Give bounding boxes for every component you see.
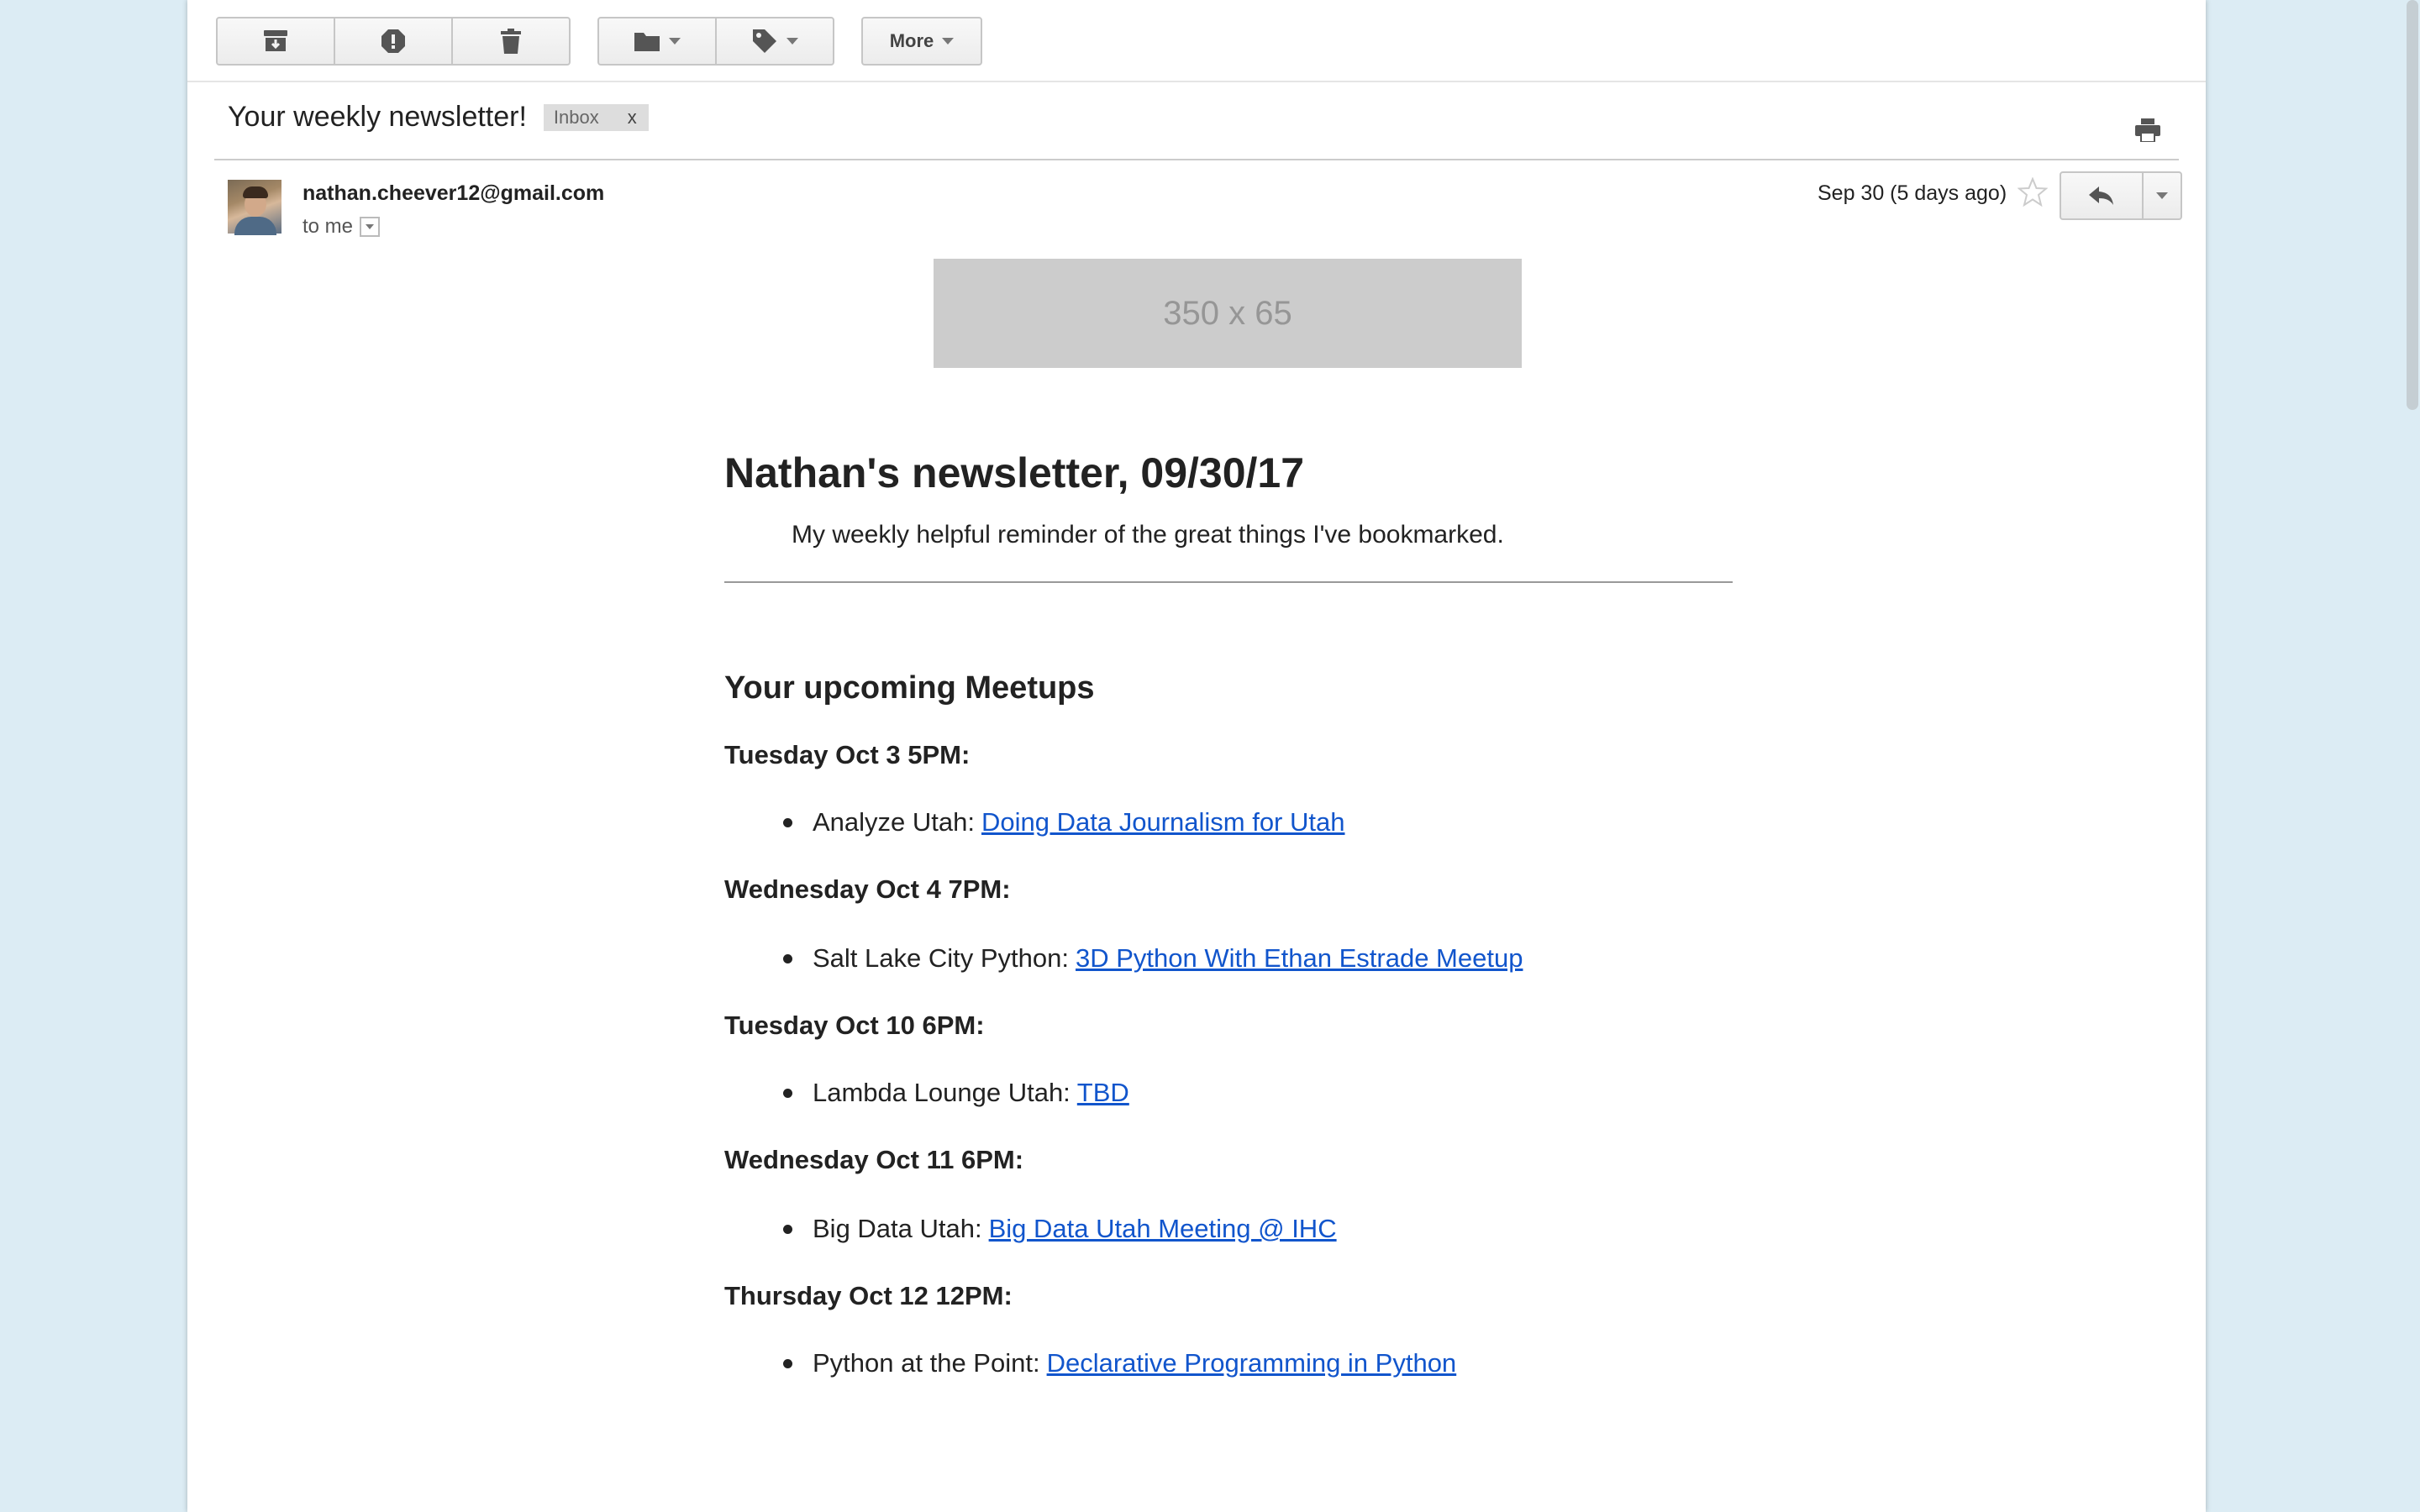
event-group: Lambda Lounge Utah: (813, 1078, 1071, 1107)
reply-button[interactable] (2060, 171, 2144, 220)
bullet (783, 1088, 792, 1098)
avatar-body (234, 217, 276, 235)
action-button-group (216, 17, 571, 66)
event-item: Lambda Lounge Utah: TBD (783, 1078, 1733, 1108)
more-button[interactable]: More (861, 17, 982, 66)
event-group: Salt Lake City Python: (813, 943, 1069, 973)
section-title: Your upcoming Meetups (724, 670, 1095, 706)
recipient-row: to me (302, 215, 381, 239)
header-image-text: 350 x 65 (1163, 294, 1292, 332)
star-button[interactable] (2017, 176, 2049, 212)
move-to-button[interactable] (597, 17, 717, 66)
chevron-down-icon (366, 224, 375, 229)
bullet (783, 1358, 792, 1368)
star-icon (2017, 176, 2049, 207)
avatar[interactable] (228, 180, 281, 235)
email-panel: More Your weekly newsletter! Inbox x nat… (187, 0, 2206, 1512)
bullet (783, 1224, 792, 1234)
event-link[interactable]: Declarative Programming in Python (1047, 1348, 1457, 1378)
print-button[interactable] (2135, 118, 2160, 146)
remove-label-button[interactable]: x (628, 107, 637, 129)
event-date: Tuesday Oct 3 5PM: (724, 740, 971, 769)
newsletter-subtitle: My weekly helpful reminder of the great … (792, 521, 1504, 549)
sender-email[interactable]: nathan.cheever12@gmail.com (302, 181, 604, 206)
label-name: Inbox (553, 106, 599, 128)
toolbar: More (216, 17, 1009, 66)
event-link[interactable]: Doing Data Journalism for Utah (981, 807, 1344, 837)
move-to-folder-icon (634, 33, 660, 51)
email-date: Sep 30 (5 days ago) (1818, 181, 2007, 205)
event-item: Big Data Utah: Big Data Utah Meeting @ I… (783, 1214, 1733, 1244)
event-group: Python at the Point: (813, 1348, 1040, 1378)
chevron-down-icon (786, 38, 798, 45)
event-item: Python at the Point: Declarative Program… (783, 1348, 1733, 1378)
inbox-label-chip[interactable]: Inbox x (543, 103, 649, 131)
delete-button[interactable] (451, 17, 571, 66)
event-link[interactable]: 3D Python With Ethan Estrade Meetup (1076, 943, 1523, 974)
more-button-group: More (861, 17, 982, 66)
event-item: Analyze Utah: Doing Data Journalism for … (783, 807, 1733, 837)
chevron-down-icon (669, 38, 681, 45)
event-item: Salt Lake City Python: 3D Python With Et… (783, 943, 1733, 974)
newsletter-header-image: 350 x 65 (934, 259, 1522, 368)
chevron-down-icon (942, 38, 955, 45)
toolbar-divider (187, 81, 2206, 82)
labels-icon (753, 29, 776, 53)
reply-icon (2089, 186, 2113, 205)
report-spam-button[interactable] (334, 17, 453, 66)
chevron-down-icon (2156, 192, 2168, 199)
newsletter-title: Nathan's newsletter, 09/30/17 (724, 449, 1305, 496)
bullet (783, 953, 792, 963)
email-subject: Your weekly newsletter! (228, 101, 527, 133)
recipient-label: to me (302, 215, 354, 238)
archive-icon (264, 30, 287, 51)
reply-options-button[interactable] (2142, 171, 2182, 220)
event-link[interactable]: Big Data Utah Meeting @ IHC (989, 1214, 1337, 1244)
newsletter-divider (724, 581, 1733, 583)
recipient-details-button[interactable] (360, 217, 381, 237)
labels-button[interactable] (715, 17, 834, 66)
bullet (783, 817, 792, 827)
reply-button-group (2060, 171, 2182, 220)
newsletter-content: Nathan's newsletter, 09/30/17 My weekly … (724, 445, 1733, 1378)
event-group: Big Data Utah: (813, 1214, 982, 1243)
more-label: More (889, 30, 934, 51)
subject-row: Your weekly newsletter! Inbox x (228, 101, 649, 134)
archive-button[interactable] (216, 17, 335, 66)
print-icon (2135, 118, 2160, 143)
event-group: Analyze Utah: (813, 807, 975, 837)
subject-divider (214, 159, 2179, 160)
delete-icon (501, 29, 521, 54)
scrollbar-thumb[interactable] (2407, 0, 2418, 410)
event-date: Wednesday Oct 4 7PM: (724, 874, 1011, 904)
event-date: Wednesday Oct 11 6PM: (724, 1145, 1024, 1174)
event-date: Thursday Oct 12 12PM: (724, 1281, 1013, 1310)
organize-button-group (597, 17, 834, 66)
event-link[interactable]: TBD (1077, 1078, 1129, 1108)
report-spam-icon (381, 29, 405, 53)
avatar-hair (243, 186, 268, 198)
event-date: Tuesday Oct 10 6PM: (724, 1011, 985, 1040)
scrollbar[interactable] (2402, 0, 2420, 1512)
